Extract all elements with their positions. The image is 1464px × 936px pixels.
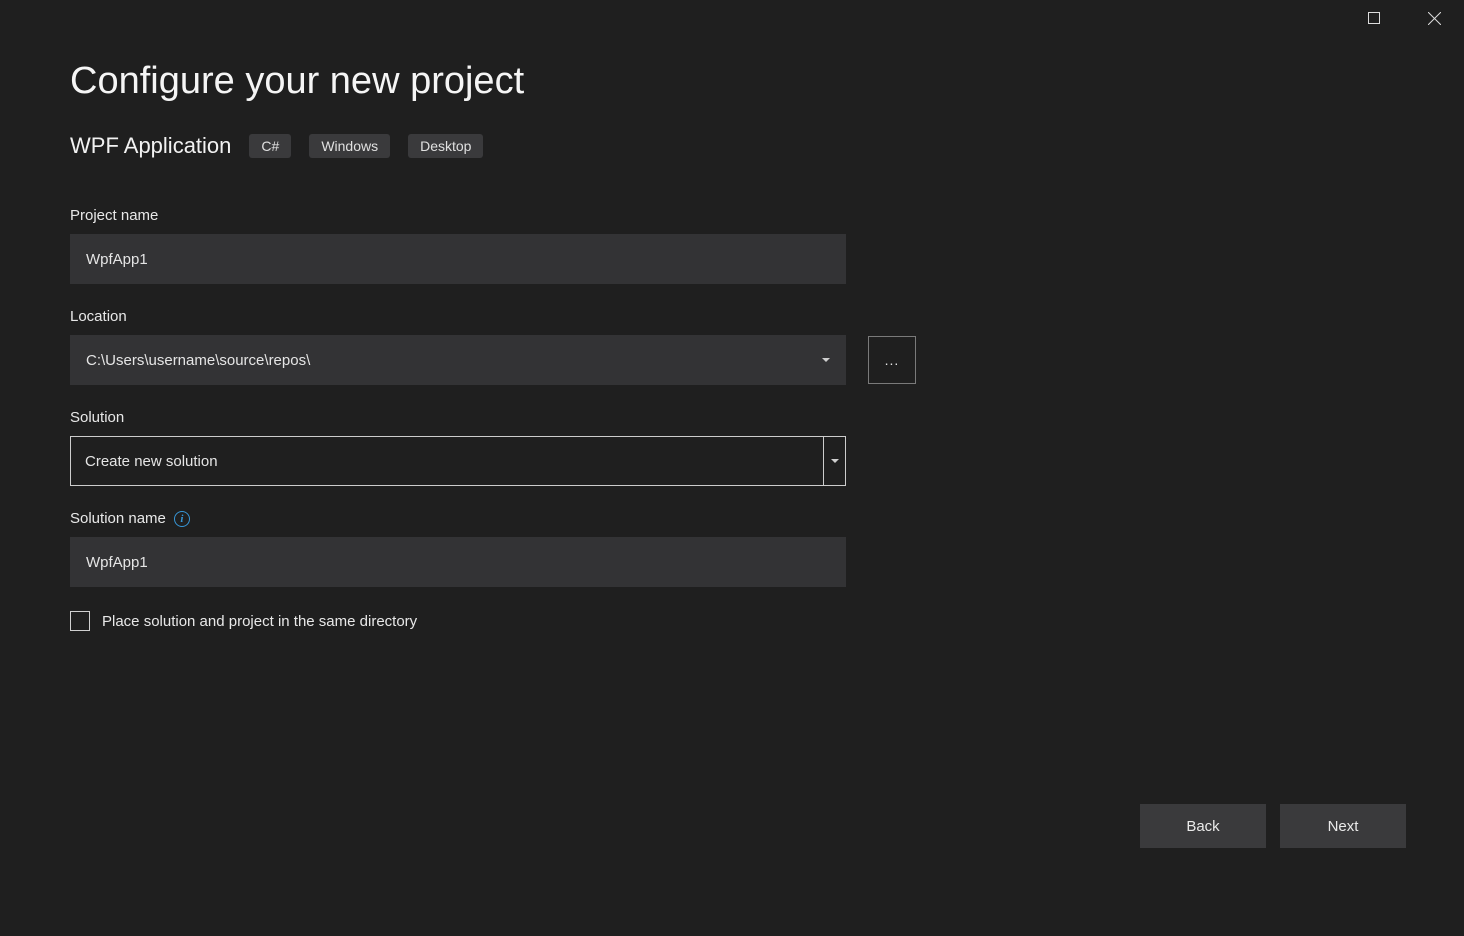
close-icon [1428,12,1441,25]
close-button[interactable] [1404,0,1464,36]
template-name: WPF Application [70,133,231,159]
solution-name-label: Solution name [70,510,166,527]
back-button[interactable]: Back [1140,804,1266,848]
project-name-input[interactable] [70,234,846,284]
tag-platform: Windows [309,134,390,158]
next-button[interactable]: Next [1280,804,1406,848]
tag-language: C# [249,134,291,158]
tag-project-type: Desktop [408,134,483,158]
info-icon[interactable]: i [174,511,190,527]
chevron-down-icon [822,358,830,362]
browse-location-button[interactable]: ... [868,336,916,384]
location-label: Location [70,308,1394,325]
same-directory-checkbox[interactable] [70,611,90,631]
location-combobox[interactable]: C:\Users\username\source\repos\ [70,335,846,385]
maximize-button[interactable] [1344,0,1404,36]
solution-label: Solution [70,409,1394,426]
location-value: C:\Users\username\source\repos\ [86,352,310,369]
template-info: WPF Application C# Windows Desktop [70,133,1394,159]
same-directory-label: Place solution and project in the same d… [102,613,417,630]
page-title: Configure your new project [70,60,1394,103]
project-name-label: Project name [70,207,1394,224]
maximize-icon [1368,12,1380,24]
solution-name-input[interactable] [70,537,846,587]
solution-combobox[interactable]: Create new solution [70,436,846,486]
chevron-down-icon [831,459,839,463]
solution-value: Create new solution [71,437,823,485]
